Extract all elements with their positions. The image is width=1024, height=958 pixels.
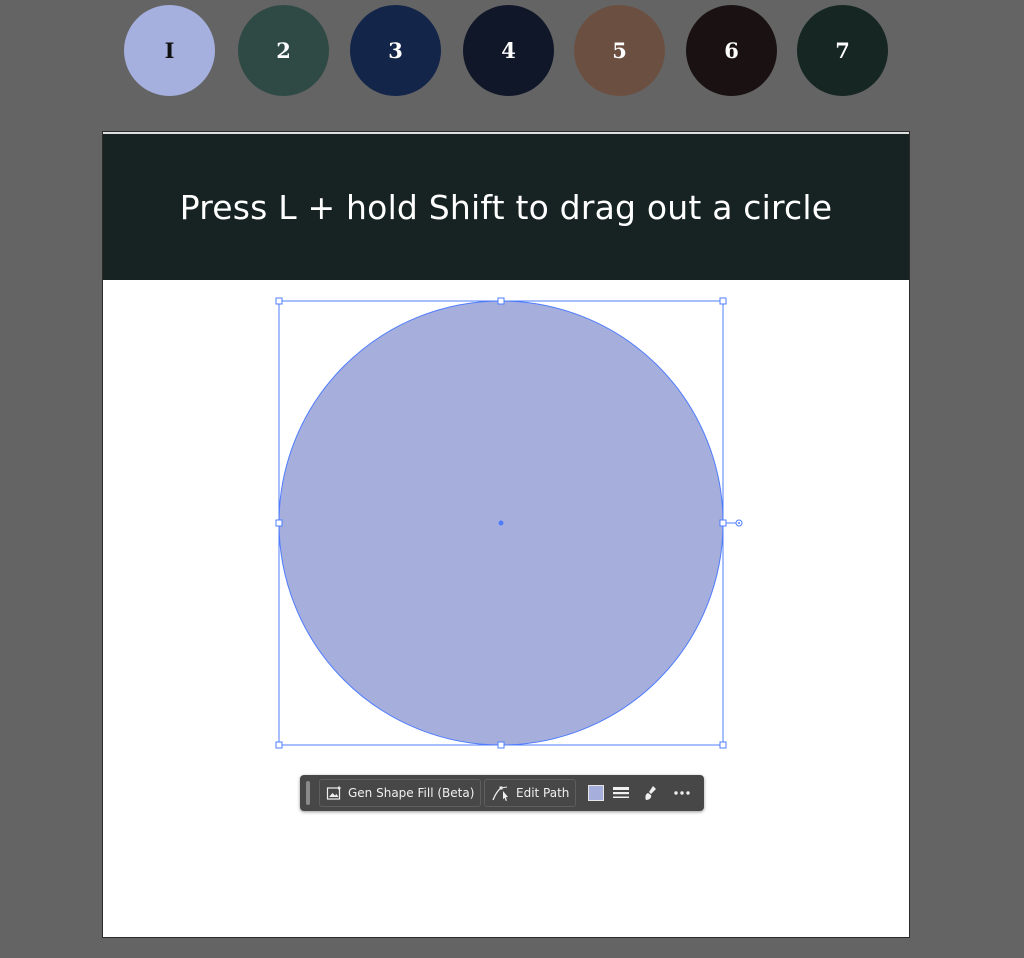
recolor-button[interactable] [641, 784, 661, 802]
color-swatch-6: 6 [686, 5, 777, 96]
color-swatch-5: 5 [574, 5, 665, 96]
recolor-icon [645, 785, 656, 800]
grip-handle[interactable] [306, 781, 310, 805]
more-options-button[interactable] [671, 784, 693, 802]
resize-handle-bottom-right[interactable] [719, 741, 727, 749]
resize-handle-right[interactable] [719, 519, 727, 527]
contextual-task-bar[interactable]: Gen Shape Fill (Beta) Edit Path [300, 775, 704, 811]
pie-widget-dot [738, 522, 740, 524]
resize-handle-top[interactable] [497, 297, 505, 305]
color-swatch-7: 7 [797, 5, 888, 96]
circle-shape-layer[interactable] [103, 132, 909, 937]
edit-path-button[interactable]: Edit Path [484, 779, 577, 807]
color-swatch-4: 4 [463, 5, 554, 96]
resize-handle-left[interactable] [275, 519, 283, 527]
artboard[interactable]: Press L + hold Shift to drag out a circl… [102, 131, 910, 938]
center-point [498, 520, 504, 526]
swatch-label: 3 [388, 38, 403, 63]
swatch-label: 5 [612, 38, 627, 63]
swatch-label: 4 [501, 38, 516, 63]
swatch-label: 7 [835, 38, 850, 63]
resize-handle-bottom[interactable] [497, 741, 505, 749]
fill-swatch-icon [588, 785, 604, 801]
more-options-icon [674, 791, 690, 795]
edit-path-icon [492, 786, 508, 801]
color-swatch-1: I [124, 5, 215, 96]
color-swatch-3: 3 [350, 5, 441, 96]
color-swatch-2: 2 [238, 5, 329, 96]
swatch-label: 6 [724, 38, 739, 63]
gen-shape-fill-button[interactable]: Gen Shape Fill (Beta) [319, 779, 482, 807]
swatch-label: I [164, 38, 175, 63]
stroke-weight-button[interactable] [611, 784, 631, 802]
resize-handle-top-left[interactable] [275, 297, 283, 305]
resize-handle-bottom-left[interactable] [275, 741, 283, 749]
canvas-workspace[interactable]: I 2 3 4 5 6 7 Press L + hold Shift to dr… [0, 0, 1024, 958]
swatch-label: 2 [276, 38, 291, 63]
fill-swatch-button[interactable] [587, 784, 605, 802]
stroke-weight-icon [613, 787, 629, 798]
edit-path-label: Edit Path [516, 786, 570, 800]
gen-shape-fill-label: Gen Shape Fill (Beta) [348, 786, 475, 800]
resize-handle-top-right[interactable] [719, 297, 727, 305]
gen-shape-fill-icon [326, 785, 342, 800]
